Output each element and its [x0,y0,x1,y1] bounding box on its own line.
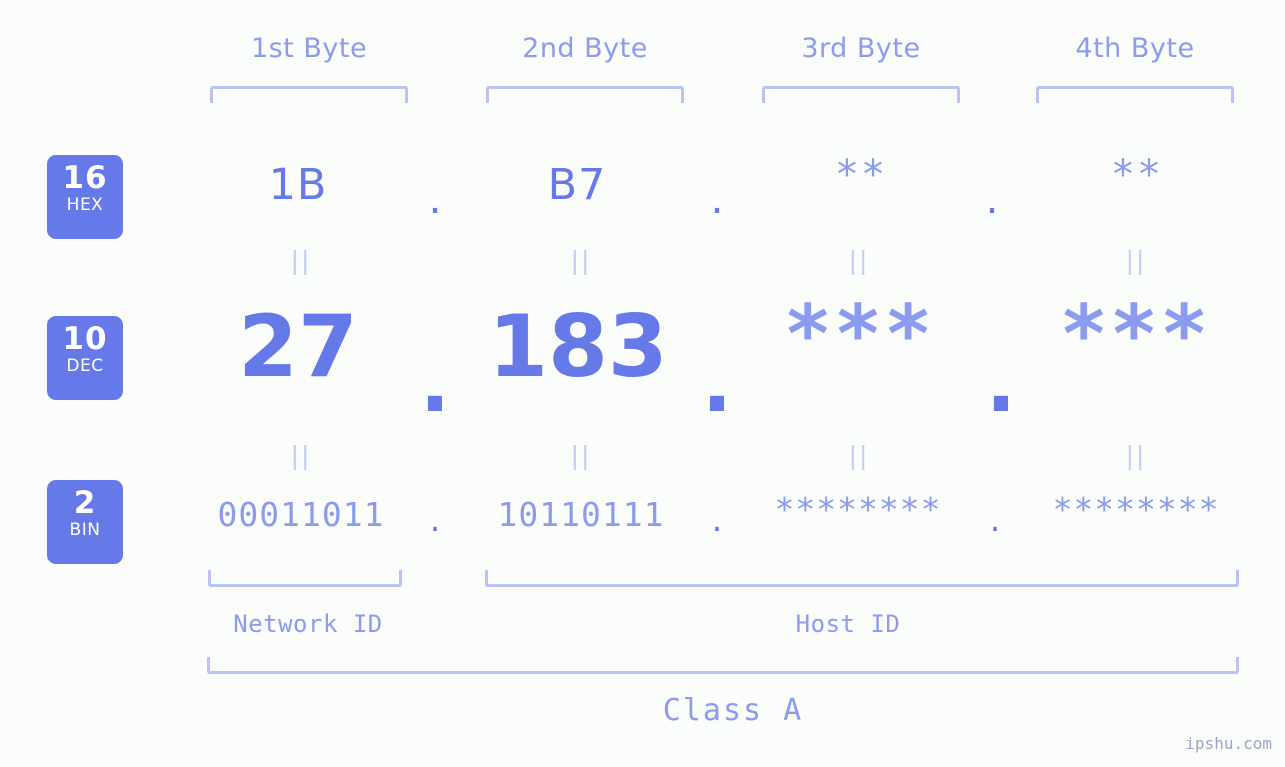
radix-badge-dec: 10 DEC [47,316,123,400]
equals-dec-bin-1: || [290,441,312,470]
equals-hex-dec-1: || [290,246,312,275]
radix-badge-hex-number: 16 [62,160,108,196]
bin-byte-4: ******** [1052,490,1220,529]
bin-dot-1: . [429,500,441,539]
dec-byte-2: 183 [488,297,668,397]
network-id-bracket [208,570,402,587]
byte-bracket-1 [210,86,408,103]
bin-dot-2: . [711,500,723,539]
byte-bracket-2 [486,86,684,103]
hex-byte-1: 1B [268,160,328,210]
hex-dot-3: . [985,175,999,223]
equals-dec-bin-4: || [1125,441,1147,470]
bin-byte-2: 10110111 [497,495,665,534]
network-id-label: Network ID [233,610,383,638]
byte-header-1: 1st Byte [250,33,368,64]
dec-byte-4: *** [1059,288,1211,381]
radix-badge-bin: 2 BIN [47,480,123,564]
hex-byte-3: ** [834,152,888,198]
byte-header-4: 4th Byte [1075,33,1195,64]
dec-byte-1: 27 [238,297,358,397]
equals-hex-dec-3: || [848,246,870,275]
byte-header-2: 2nd Byte [522,33,648,64]
dec-dot-2: . [701,337,733,430]
dec-dot-3: . [985,337,1017,430]
host-id-label: Host ID [795,610,901,638]
ip-address-breakdown-diagram: 1st Byte 2nd Byte 3rd Byte 4th Byte 16 H… [0,0,1285,767]
equals-dec-bin-3: || [848,441,870,470]
radix-badge-dec-number: 10 [62,321,108,357]
equals-hex-dec-4: || [1125,246,1147,275]
radix-badge-hex: 16 HEX [47,155,123,239]
byte-header-3: 3rd Byte [801,33,921,64]
class-label: Class A [662,693,804,728]
radix-badge-dec-label: DEC [66,356,104,376]
bin-dot-3: . [989,500,1001,539]
hex-dot-2: . [710,175,724,223]
host-id-bracket [485,570,1239,587]
equals-hex-dec-2: || [570,246,592,275]
dec-dot-1: . [419,337,451,430]
watermark: ipshu.com [1185,734,1272,753]
byte-bracket-3 [762,86,960,103]
radix-badge-hex-label: HEX [66,195,104,215]
class-bracket [207,657,1239,674]
dec-byte-3: *** [783,288,935,381]
bin-byte-3: ******** [774,490,942,529]
hex-dot-1: . [428,175,442,223]
equals-dec-bin-2: || [570,441,592,470]
radix-badge-bin-label: BIN [69,520,101,540]
hex-byte-4: ** [1110,152,1164,198]
radix-badge-bin-number: 2 [73,485,97,521]
bin-byte-1: 00011011 [217,495,385,534]
hex-byte-2: B7 [547,160,607,210]
byte-bracket-4 [1036,86,1234,103]
